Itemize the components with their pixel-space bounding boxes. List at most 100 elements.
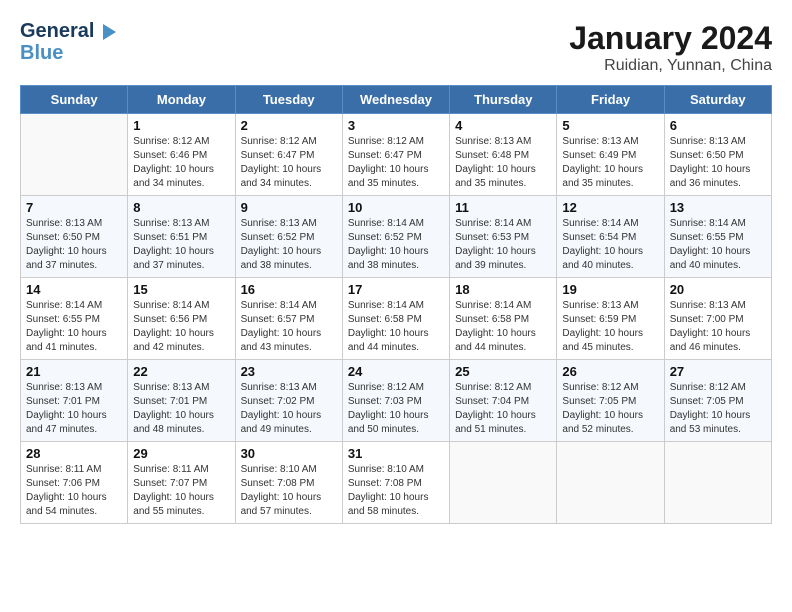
- day-number: 15: [133, 282, 229, 297]
- day-number: 25: [455, 364, 551, 379]
- calendar-cell: [557, 442, 664, 524]
- calendar-cell: 16 Sunrise: 8:14 AM Sunset: 6:57 PM Dayli…: [235, 278, 342, 360]
- day-info: Sunrise: 8:13 AM Sunset: 6:49 PM Dayligh…: [562, 135, 658, 191]
- day-info: Sunrise: 8:13 AM Sunset: 7:02 PM Dayligh…: [241, 381, 337, 437]
- calendar-cell: 20 Sunrise: 8:13 AM Sunset: 7:00 PM Dayli…: [664, 278, 771, 360]
- calendar-cell: 19 Sunrise: 8:13 AM Sunset: 6:59 PM Dayli…: [557, 278, 664, 360]
- logo: General Blue: [20, 20, 116, 64]
- day-number: 14: [26, 282, 122, 297]
- calendar-cell: 3Sunrise: 8:12 AM Sunset: 6:47 PM Daylig…: [342, 114, 449, 196]
- calendar-cell: 9Sunrise: 8:13 AM Sunset: 6:52 PM Daylig…: [235, 196, 342, 278]
- day-number: 24: [348, 364, 444, 379]
- day-info: Sunrise: 8:14 AM Sunset: 6:54 PM Dayligh…: [562, 217, 658, 273]
- calendar-header: SundayMondayTuesdayWednesdayThursdayFrid…: [21, 86, 772, 114]
- calendar-cell: 11 Sunrise: 8:14 AM Sunset: 6:53 PM Dayli…: [450, 196, 557, 278]
- calendar-cell: 22Sunrise: 8:13 AM Sunset: 7:01 PM Dayli…: [128, 360, 235, 442]
- day-number: 5: [562, 118, 658, 133]
- day-number: 29: [133, 446, 229, 461]
- day-info: Sunrise: 8:14 AM Sunset: 6:52 PM Dayligh…: [348, 217, 444, 273]
- day-info: Sunrise: 8:14 AM Sunset: 6:58 PM Dayligh…: [455, 299, 551, 355]
- day-number: 30: [241, 446, 337, 461]
- page-header: General Blue January 2024 Ruidian, Yunna…: [20, 20, 772, 75]
- day-info: Sunrise: 8:13 AM Sunset: 7:01 PM Dayligh…: [133, 381, 229, 437]
- day-number: 19: [562, 282, 658, 297]
- weekday-header-friday: Friday: [557, 86, 664, 114]
- calendar-week-3: 14 Sunrise: 8:14 AM Sunset: 6:55 PM Dayli…: [21, 278, 772, 360]
- weekday-header-row: SundayMondayTuesdayWednesdayThursdayFrid…: [21, 86, 772, 114]
- day-info: Sunrise: 8:13 AM Sunset: 7:00 PM Dayligh…: [670, 299, 766, 355]
- day-number: 11: [455, 200, 551, 215]
- day-info: Sunrise: 8:12 AM Sunset: 6:47 PM Dayligh…: [241, 135, 337, 191]
- calendar-cell: 28Sunrise: 8:11 AM Sunset: 7:06 PM Dayli…: [21, 442, 128, 524]
- calendar-cell: 29 Sunrise: 8:11 AM Sunset: 7:07 PM Dayli…: [128, 442, 235, 524]
- day-number: 13: [670, 200, 766, 215]
- day-info: Sunrise: 8:14 AM Sunset: 6:56 PM Dayligh…: [133, 299, 229, 355]
- day-info: Sunrise: 8:14 AM Sunset: 6:55 PM Dayligh…: [26, 299, 122, 355]
- logo-arrow-icon: [103, 24, 116, 40]
- page-subtitle: Ruidian, Yunnan, China: [569, 57, 772, 75]
- calendar-cell: 31 Sunrise: 8:10 AM Sunset: 7:08 PM Dayli…: [342, 442, 449, 524]
- title-block: January 2024 Ruidian, Yunnan, China: [569, 20, 772, 75]
- day-info: Sunrise: 8:13 AM Sunset: 7:01 PM Dayligh…: [26, 381, 122, 437]
- day-number: 20: [670, 282, 766, 297]
- day-info: Sunrise: 8:14 AM Sunset: 6:53 PM Dayligh…: [455, 217, 551, 273]
- day-number: 9: [241, 200, 337, 215]
- day-info: Sunrise: 8:14 AM Sunset: 6:55 PM Dayligh…: [670, 217, 766, 273]
- day-info: Sunrise: 8:11 AM Sunset: 7:07 PM Dayligh…: [133, 463, 229, 519]
- day-info: Sunrise: 8:13 AM Sunset: 6:51 PM Dayligh…: [133, 217, 229, 273]
- calendar-table: SundayMondayTuesdayWednesdayThursdayFrid…: [20, 85, 772, 524]
- calendar-cell: 4 Sunrise: 8:13 AM Sunset: 6:48 PM Daylig…: [450, 114, 557, 196]
- calendar-cell: 2 Sunrise: 8:12 AM Sunset: 6:47 PM Daylig…: [235, 114, 342, 196]
- day-number: 4: [455, 118, 551, 133]
- day-info: Sunrise: 8:12 AM Sunset: 7:05 PM Dayligh…: [562, 381, 658, 437]
- calendar-cell: [664, 442, 771, 524]
- day-number: 23: [241, 364, 337, 379]
- day-number: 18: [455, 282, 551, 297]
- day-number: 10: [348, 200, 444, 215]
- day-info: Sunrise: 8:13 AM Sunset: 6:48 PM Dayligh…: [455, 135, 551, 191]
- day-info: Sunrise: 8:14 AM Sunset: 6:57 PM Dayligh…: [241, 299, 337, 355]
- calendar-cell: 25Sunrise: 8:12 AM Sunset: 7:04 PM Dayli…: [450, 360, 557, 442]
- day-info: Sunrise: 8:14 AM Sunset: 6:58 PM Dayligh…: [348, 299, 444, 355]
- day-number: 2: [241, 118, 337, 133]
- logo-general: General: [20, 20, 94, 42]
- logo-blue: Blue: [20, 42, 63, 64]
- weekday-header-thursday: Thursday: [450, 86, 557, 114]
- day-number: 31: [348, 446, 444, 461]
- calendar-cell: [21, 114, 128, 196]
- calendar-cell: 27 Sunrise: 8:12 AM Sunset: 7:05 PM Dayli…: [664, 360, 771, 442]
- page-title: January 2024: [569, 20, 772, 57]
- calendar-cell: 17Sunrise: 8:14 AM Sunset: 6:58 PM Dayli…: [342, 278, 449, 360]
- day-info: Sunrise: 8:13 AM Sunset: 6:59 PM Dayligh…: [562, 299, 658, 355]
- calendar-week-5: 28Sunrise: 8:11 AM Sunset: 7:06 PM Dayli…: [21, 442, 772, 524]
- calendar-cell: 6Sunrise: 8:13 AM Sunset: 6:50 PM Daylig…: [664, 114, 771, 196]
- day-info: Sunrise: 8:12 AM Sunset: 7:05 PM Dayligh…: [670, 381, 766, 437]
- calendar-cell: 23 Sunrise: 8:13 AM Sunset: 7:02 PM Dayli…: [235, 360, 342, 442]
- calendar-cell: 10 Sunrise: 8:14 AM Sunset: 6:52 PM Dayli…: [342, 196, 449, 278]
- calendar-week-4: 21Sunrise: 8:13 AM Sunset: 7:01 PM Dayli…: [21, 360, 772, 442]
- calendar-cell: 18 Sunrise: 8:14 AM Sunset: 6:58 PM Dayli…: [450, 278, 557, 360]
- calendar-cell: 5 Sunrise: 8:13 AM Sunset: 6:49 PM Daylig…: [557, 114, 664, 196]
- weekday-header-wednesday: Wednesday: [342, 86, 449, 114]
- day-number: 28: [26, 446, 122, 461]
- day-info: Sunrise: 8:10 AM Sunset: 7:08 PM Dayligh…: [348, 463, 444, 519]
- weekday-header-sunday: Sunday: [21, 86, 128, 114]
- day-number: 7: [26, 200, 122, 215]
- calendar-cell: 26Sunrise: 8:12 AM Sunset: 7:05 PM Dayli…: [557, 360, 664, 442]
- calendar-cell: 13 Sunrise: 8:14 AM Sunset: 6:55 PM Dayli…: [664, 196, 771, 278]
- weekday-header-monday: Monday: [128, 86, 235, 114]
- day-number: 8: [133, 200, 229, 215]
- calendar-cell: 14 Sunrise: 8:14 AM Sunset: 6:55 PM Dayli…: [21, 278, 128, 360]
- weekday-header-tuesday: Tuesday: [235, 86, 342, 114]
- calendar-cell: [450, 442, 557, 524]
- day-number: 16: [241, 282, 337, 297]
- calendar-week-2: 7 Sunrise: 8:13 AM Sunset: 6:50 PM Daylig…: [21, 196, 772, 278]
- weekday-header-saturday: Saturday: [664, 86, 771, 114]
- day-info: Sunrise: 8:13 AM Sunset: 6:50 PM Dayligh…: [26, 217, 122, 273]
- day-number: 27: [670, 364, 766, 379]
- day-number: 1: [133, 118, 229, 133]
- calendar-cell: 8 Sunrise: 8:13 AM Sunset: 6:51 PM Daylig…: [128, 196, 235, 278]
- day-number: 3: [348, 118, 444, 133]
- day-info: Sunrise: 8:10 AM Sunset: 7:08 PM Dayligh…: [241, 463, 337, 519]
- day-info: Sunrise: 8:13 AM Sunset: 6:50 PM Dayligh…: [670, 135, 766, 191]
